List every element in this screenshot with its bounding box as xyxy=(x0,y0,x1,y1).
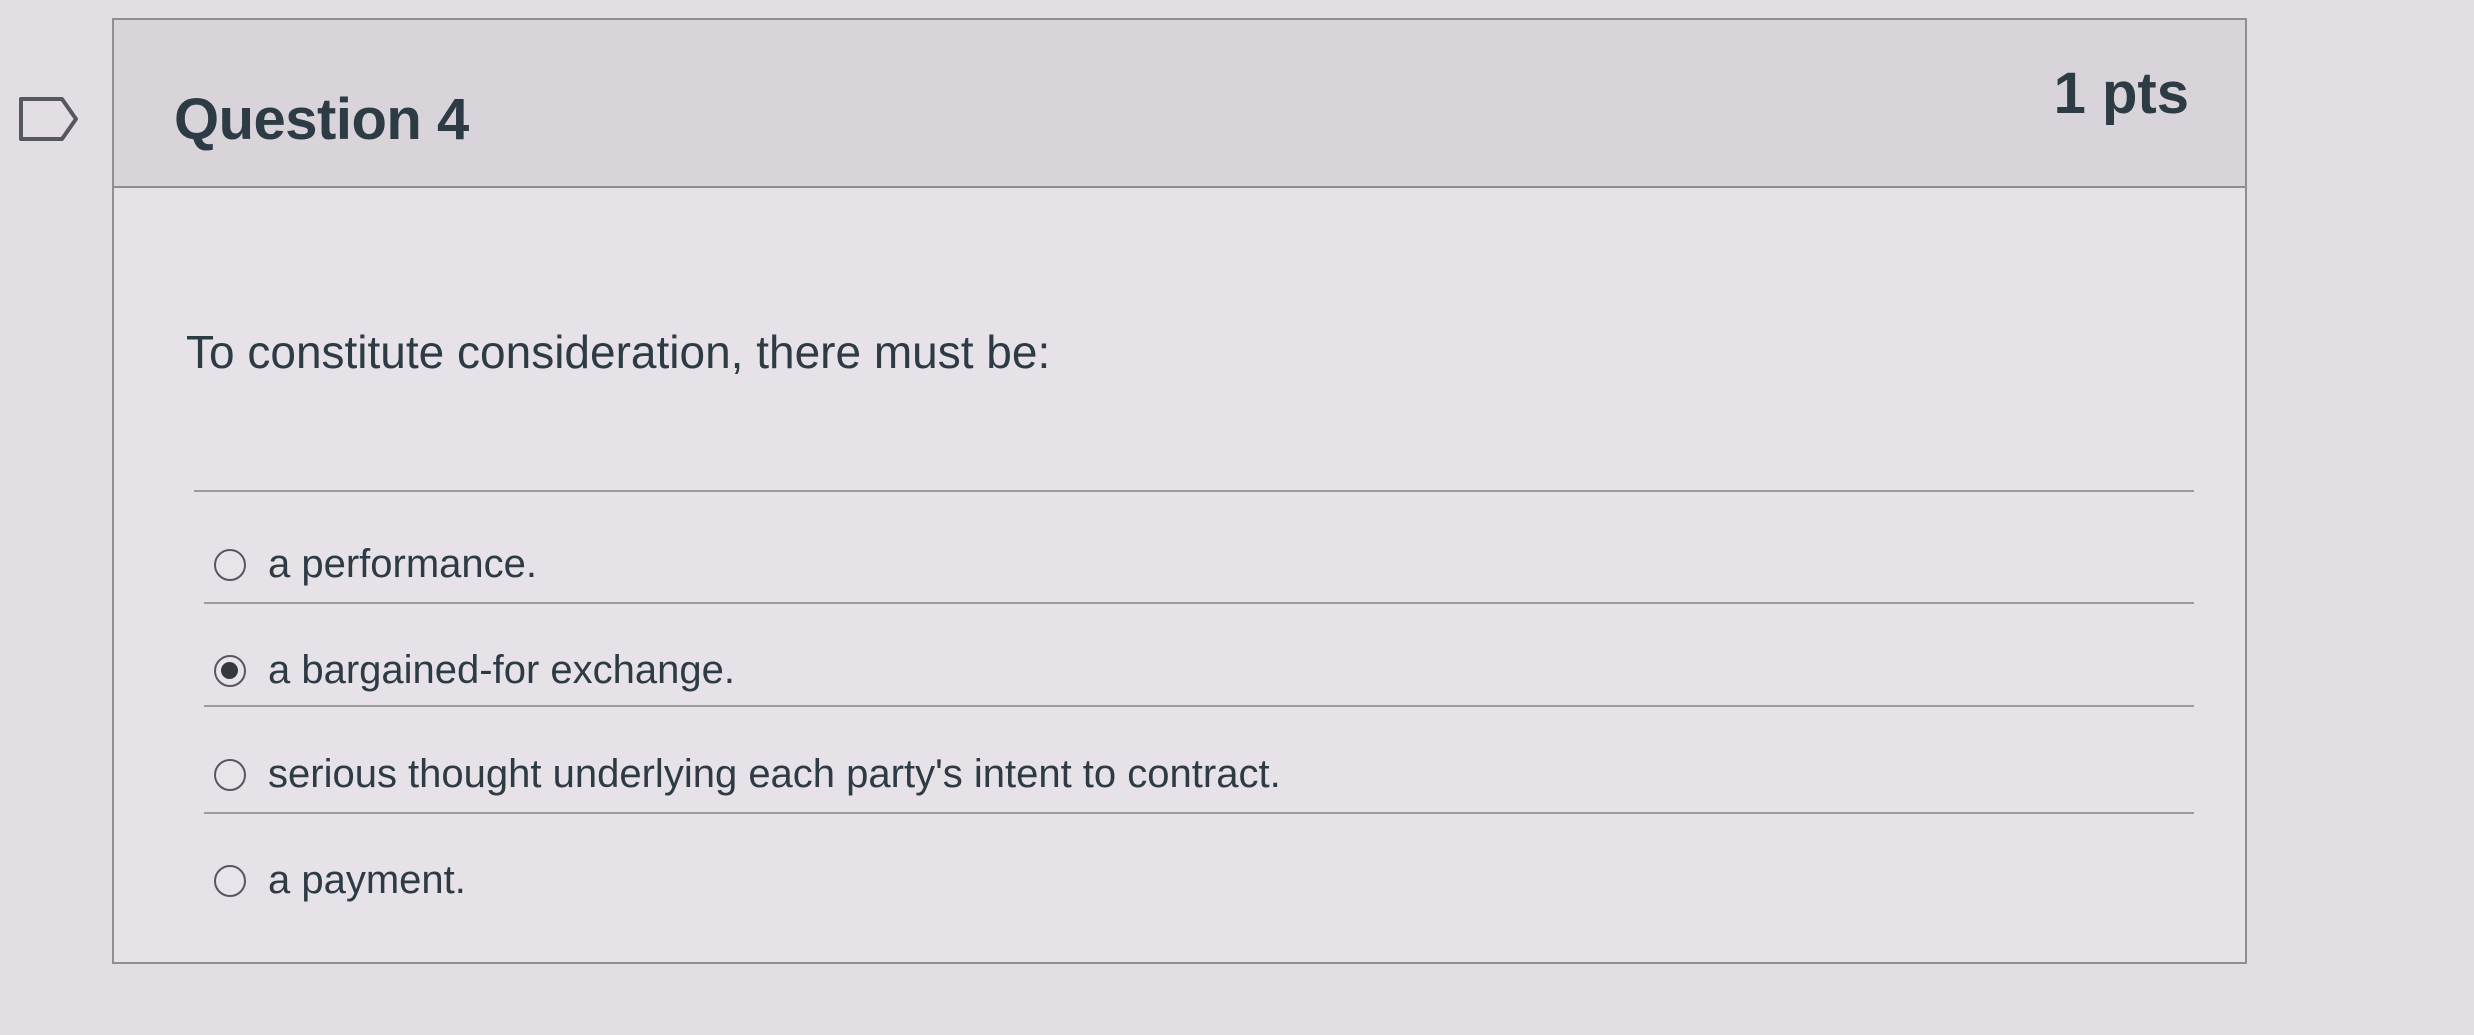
answer-option-payment[interactable]: a payment. xyxy=(214,858,466,903)
answer-option-serious-thought[interactable]: serious thought underlying each party's … xyxy=(214,752,1281,797)
radio-unchecked-icon[interactable] xyxy=(214,758,246,791)
radio-checked-icon[interactable] xyxy=(214,654,246,687)
flag-question-icon[interactable] xyxy=(18,96,80,142)
answer-label: serious thought underlying each party's … xyxy=(268,752,1281,796)
question-text: To constitute consideration, there must … xyxy=(186,326,1051,378)
divider xyxy=(204,812,2194,814)
radio-unchecked-icon[interactable] xyxy=(214,864,246,897)
answer-label: a performance. xyxy=(268,542,538,586)
answer-option-performance[interactable]: a performance. xyxy=(214,542,537,587)
divider xyxy=(194,490,2194,492)
radio-unchecked-icon[interactable] xyxy=(214,548,246,581)
answer-label: a payment. xyxy=(268,858,466,902)
answer-option-bargained-for-exchange[interactable]: a bargained-for exchange. xyxy=(214,648,735,693)
answer-label: a bargained-for exchange. xyxy=(268,648,735,692)
question-points: 1 pts xyxy=(2053,61,2189,126)
question-card: Question 4 1 pts To constitute considera… xyxy=(112,18,2247,964)
question-header: Question 4 1 pts xyxy=(114,20,2245,188)
divider xyxy=(204,705,2194,707)
divider xyxy=(204,602,2194,604)
question-title: Question 4 xyxy=(174,87,469,152)
